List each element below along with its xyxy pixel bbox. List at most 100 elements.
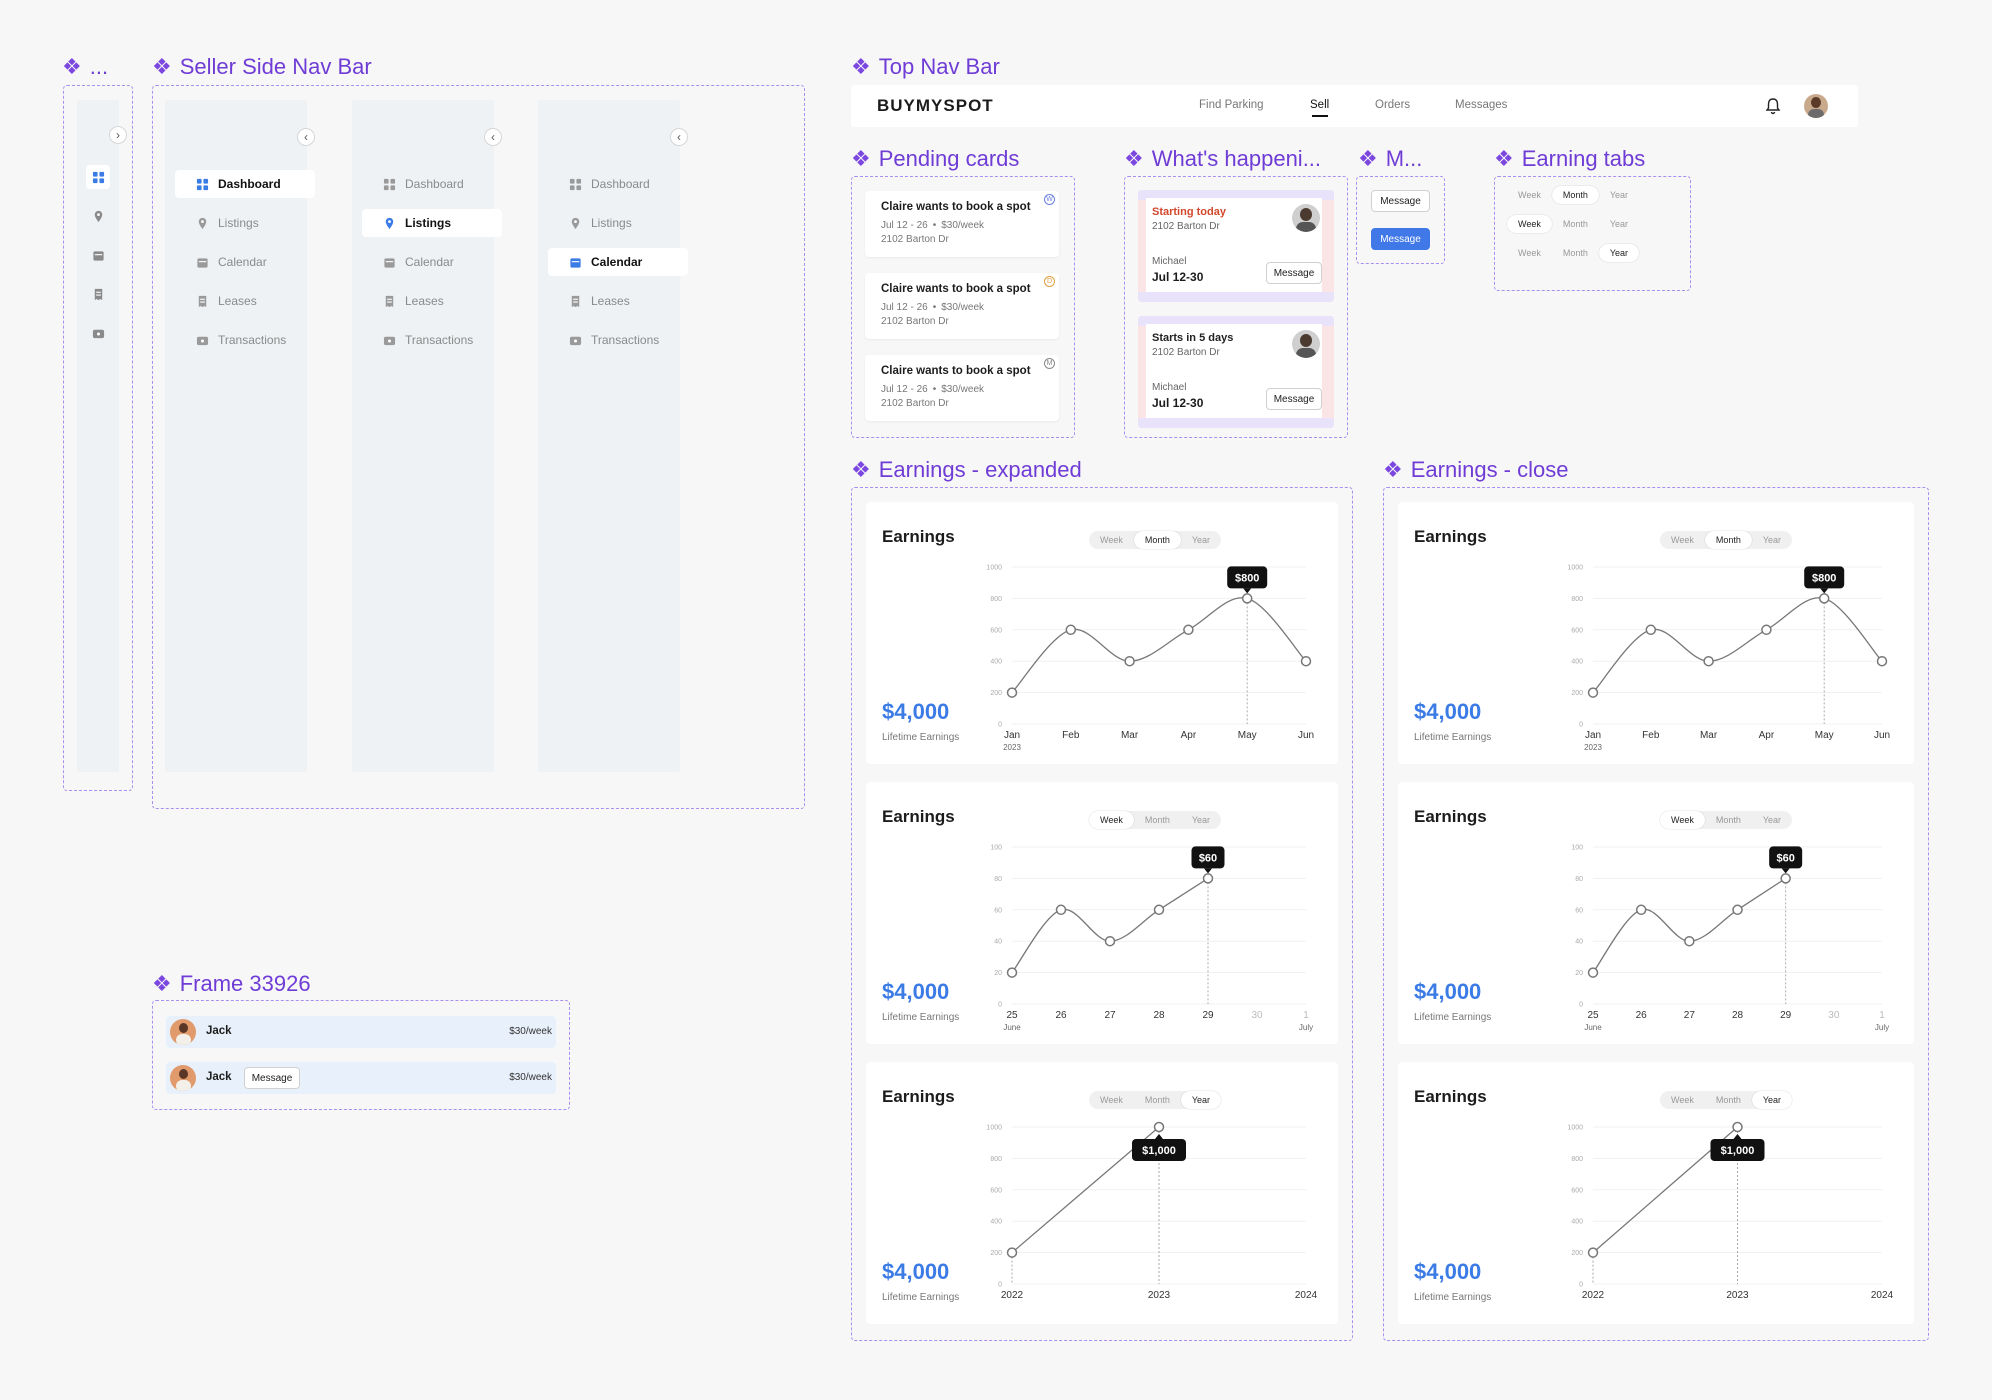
tooltip-value: $800 (1235, 572, 1259, 584)
data-point[interactable] (1635, 904, 1647, 916)
data-point[interactable] (1183, 624, 1194, 636)
chevron-left-icon: ‹ (304, 130, 308, 144)
nav-icon-wrap (382, 333, 396, 347)
data-point[interactable] (1876, 655, 1888, 667)
data-point[interactable] (1104, 935, 1116, 947)
tab-month[interactable]: Month (1552, 215, 1599, 233)
data-point[interactable] (1065, 624, 1077, 636)
receipt-icon (198, 295, 206, 307)
happening-status: Starts in 5 days (1152, 332, 1234, 344)
data-point[interactable] (1587, 687, 1599, 698)
sidebar-item-dashboard[interactable]: Dashboard (175, 170, 315, 198)
sidebar-item-calendar[interactable]: Calendar (548, 248, 688, 276)
nav-link-find-parking[interactable]: Find Parking (1199, 99, 1264, 111)
data-point[interactable] (1684, 935, 1695, 947)
tab-week[interactable]: Week (1507, 215, 1552, 233)
tab-year[interactable]: Year (1598, 244, 1640, 262)
component-icon: ❖ (851, 54, 871, 79)
x-tick-label: 27 (1684, 1010, 1696, 1021)
x-tick-label: Apr (1759, 730, 1775, 741)
pending-title: Claire wants to book a spot (881, 201, 1031, 213)
data-point[interactable] (1006, 687, 1018, 698)
happening-card[interactable]: Starts in 5 days 2102 Barton Dr Michael Jul… (1138, 316, 1334, 428)
sidebar-item-dashboard[interactable]: Dashboard (362, 170, 502, 198)
sidebar-item-transactions[interactable]: Transactions (362, 326, 502, 354)
sidebar-item-calendar[interactable]: Calendar (175, 248, 315, 276)
avatar[interactable] (1804, 94, 1828, 118)
data-point[interactable] (1300, 655, 1312, 667)
sidebar-item-transactions[interactable]: Transactions (548, 326, 688, 354)
sidebar-item-dashboard[interactable]: Dashboard (548, 170, 688, 198)
data-point[interactable] (1006, 967, 1018, 978)
sidebar-item-calendar[interactable]: Calendar (362, 248, 502, 276)
message-button-hover[interactable]: Message (1371, 228, 1430, 250)
logo[interactable]: BUYMYSPOT (877, 96, 994, 116)
data-point[interactable] (1645, 624, 1657, 636)
data-point[interactable] (1153, 904, 1165, 916)
tab-year[interactable]: Year (1599, 215, 1639, 233)
data-point[interactable] (1818, 593, 1830, 604)
data-point[interactable] (1587, 967, 1599, 978)
nav-link-messages[interactable]: Messages (1455, 99, 1507, 111)
sidebar-item-listings[interactable]: Listings (548, 209, 688, 237)
sidebar-item-leases[interactable]: Leases (548, 287, 688, 315)
collapsed-nav-item[interactable] (86, 204, 110, 228)
nav-icon-wrap (195, 333, 209, 347)
y-tick-label: 200 (1571, 690, 1583, 697)
earnings-card: Earnings $4,000 Lifetime Earnings Week Month… (1398, 502, 1914, 764)
message-button[interactable]: Message (1266, 388, 1322, 410)
data-point[interactable] (1761, 624, 1772, 636)
collapsed-nav-item[interactable] (86, 243, 110, 267)
data-point[interactable] (1703, 655, 1714, 667)
data-point[interactable] (1587, 1247, 1599, 1258)
tab-month[interactable]: Month (1551, 186, 1599, 204)
pending-card[interactable]: Claire wants to book a spot Jul 12 - 26 • $… (865, 355, 1059, 421)
list-item[interactable]: Jack $30/week (166, 1016, 556, 1048)
pending-card[interactable]: Claire wants to book a spot Jul 12 - 26 • $… (865, 273, 1059, 339)
data-point[interactable] (1241, 593, 1253, 604)
card-bottom-strip (1138, 292, 1334, 302)
data-point[interactable] (1202, 873, 1214, 884)
sidebar-item-listings[interactable]: Listings (362, 209, 502, 237)
collapse-button[interactable]: ‹ (297, 128, 315, 146)
tab-month[interactable]: Month (1552, 244, 1599, 262)
series-line (1592, 877, 1787, 973)
tab-week[interactable]: Week (1507, 244, 1552, 262)
data-point[interactable] (1055, 904, 1067, 916)
x-tick-label: 27 (1104, 1010, 1116, 1021)
nav-link-orders[interactable]: Orders (1375, 99, 1410, 111)
sidebar-item-listings[interactable]: Listings (175, 209, 315, 237)
data-point[interactable] (1124, 655, 1135, 667)
tooltip-arrow (1733, 1134, 1742, 1139)
collapsed-nav-item[interactable] (86, 321, 110, 345)
data-point[interactable] (1006, 1247, 1018, 1258)
sidebar-item-label: Dashboard (218, 177, 281, 191)
pending-card[interactable]: Claire wants to book a spot Jul 12 - 26 • $… (865, 191, 1059, 257)
expand-button[interactable]: › (109, 126, 127, 144)
message-button[interactable]: Message (244, 1067, 300, 1089)
x-tick-label: Feb (1642, 730, 1660, 741)
sidebar-item-leases[interactable]: Leases (175, 287, 315, 315)
nav-link-sell[interactable]: Sell (1310, 99, 1329, 111)
message-button[interactable]: Message (1266, 262, 1322, 284)
tooltip-arrow (1204, 868, 1212, 874)
collapse-button[interactable]: ‹ (484, 128, 502, 146)
collapsed-nav-item[interactable] (86, 165, 110, 189)
message-button[interactable]: Message (1371, 190, 1430, 212)
list-item[interactable]: Jack Message $30/week (166, 1062, 556, 1094)
data-point[interactable] (1732, 1121, 1743, 1133)
tab-week[interactable]: Week (1507, 186, 1552, 204)
tab-year[interactable]: Year (1599, 186, 1639, 204)
data-point[interactable] (1732, 904, 1743, 916)
tooltip-value: $800 (1812, 572, 1836, 584)
sidebar-item-transactions[interactable]: Transactions (175, 326, 315, 354)
sidebar-item-leases[interactable]: Leases (362, 287, 502, 315)
collapse-button[interactable]: ‹ (670, 128, 688, 146)
data-point[interactable] (1780, 873, 1791, 884)
collapsed-nav-item[interactable] (86, 282, 110, 306)
data-point[interactable] (1153, 1121, 1165, 1133)
bell-icon[interactable] (1765, 97, 1781, 115)
y-tick-label: 600 (1571, 627, 1583, 634)
x-sublabel: 2023 (1584, 743, 1602, 752)
happening-card[interactable]: Starting today 2102 Barton Dr Michael Jul 1… (1138, 190, 1334, 302)
